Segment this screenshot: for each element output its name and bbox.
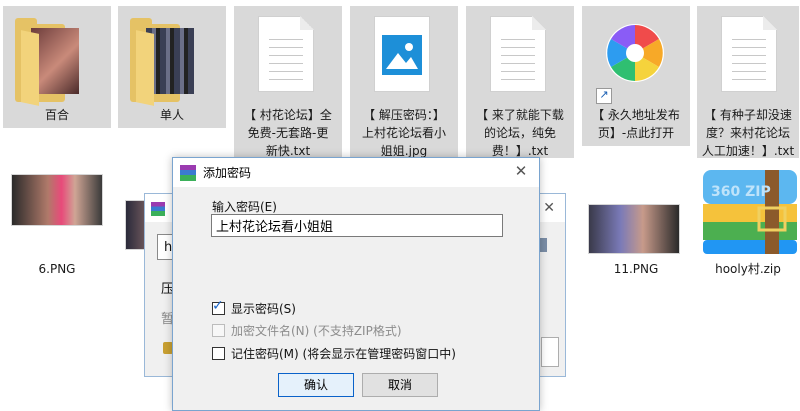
- password-label: 输入密码(E): [212, 200, 277, 214]
- file-label: 6.PNG: [38, 262, 76, 276]
- checkbox-box: [212, 324, 225, 337]
- checkbox-label: 记住密码(M) (将会显示在管理密码窗口中): [231, 347, 456, 361]
- file-item[interactable]: 360 ZIP hooly村.zip: [697, 168, 799, 280]
- ok-button[interactable]: 确认: [278, 373, 354, 397]
- text-file-icon: [258, 16, 314, 92]
- file-label: 【 村花论坛】全 免费-无套路-更 新快.txt: [244, 108, 332, 158]
- browser-icon: [606, 24, 664, 82]
- remember-password-checkbox[interactable]: 记住密码(M) (将会显示在管理密码窗口中): [212, 345, 456, 362]
- file-item[interactable]: 【 村花论坛】全 免费-无套路-更 新快.txt: [234, 6, 342, 158]
- check-icon: ✓: [212, 298, 224, 314]
- folder-icon: [130, 18, 200, 106]
- folder-item[interactable]: 百合: [3, 6, 111, 128]
- file-label: hooly村.zip: [715, 262, 781, 276]
- file-label: 【 永久地址发布 页】-点此打开: [592, 108, 680, 140]
- winrar-icon: [180, 165, 196, 181]
- shortcut-item[interactable]: ↗ 【 永久地址发布 页】-点此打开: [582, 6, 690, 146]
- title-bar: 添加密码 ✕: [173, 158, 539, 187]
- checkbox-box[interactable]: [212, 347, 225, 360]
- file-item[interactable]: 【 有种子却没速 度？来村花论坛 人工加速！】.txt: [697, 6, 799, 158]
- checkbox-label: 加密文件名(N) (不支持ZIP格式): [231, 324, 402, 338]
- file-item[interactable]: 11.PNG: [582, 168, 690, 280]
- add-password-dialog: 添加密码 ✕ 输入密码(E) ✓ 显示密码(S) 加密文件名(N) (不支持ZI…: [172, 157, 540, 411]
- image-thumbnail: [588, 204, 680, 254]
- encrypt-filenames-checkbox: 加密文件名(N) (不支持ZIP格式): [212, 322, 402, 339]
- file-item[interactable]: 【 解压密码：】 上村花论坛看小 姐姐.jpg: [350, 6, 458, 158]
- shortcut-arrow-icon: ↗: [596, 88, 612, 104]
- text-file-icon: [490, 16, 546, 92]
- winrar-icon: [151, 202, 165, 216]
- folder-item[interactable]: 单人: [118, 6, 226, 128]
- file-label: 【 解压密码：】 上村花论坛看小 姐姐.jpg: [361, 108, 446, 158]
- password-input[interactable]: [211, 214, 503, 237]
- zip-archive-icon: 360 ZIP: [703, 170, 797, 254]
- folder-icon: [15, 18, 85, 106]
- file-label: 百合: [44, 108, 69, 122]
- image-file-icon: [374, 16, 430, 92]
- file-label: 【 来了就能下载 的论坛，纯免 费！】.txt: [476, 108, 564, 158]
- file-item[interactable]: 6.PNG: [3, 168, 111, 280]
- dialog-button[interactable]: [541, 337, 559, 367]
- file-item[interactable]: 【 来了就能下载 的论坛，纯免 费！】.txt: [466, 6, 574, 158]
- dialog-text-fragment: h: [164, 240, 173, 255]
- file-label: 单人: [159, 108, 184, 122]
- show-password-checkbox[interactable]: ✓ 显示密码(S): [212, 298, 296, 317]
- checkbox-label: 显示密码(S): [231, 302, 296, 316]
- close-icon[interactable]: ✕: [511, 161, 531, 181]
- close-icon[interactable]: ✕: [543, 200, 555, 216]
- file-label: 【 有种子却没速 度？来村花论坛 人工加速！】.txt: [701, 108, 795, 158]
- checkbox-box[interactable]: ✓: [212, 298, 225, 315]
- dialog-title: 添加密码: [203, 166, 252, 180]
- image-thumbnail: [11, 174, 103, 226]
- text-file-icon: [721, 16, 777, 92]
- file-explorer-view: 百合 单人 【 村花论坛】全 免费-无套路-更 新快.txt 【 解压密码：】 …: [0, 0, 800, 411]
- zip-badge-text: 360 ZIP: [711, 184, 771, 200]
- file-label: 11.PNG: [613, 262, 659, 276]
- cancel-button[interactable]: 取消: [362, 373, 438, 397]
